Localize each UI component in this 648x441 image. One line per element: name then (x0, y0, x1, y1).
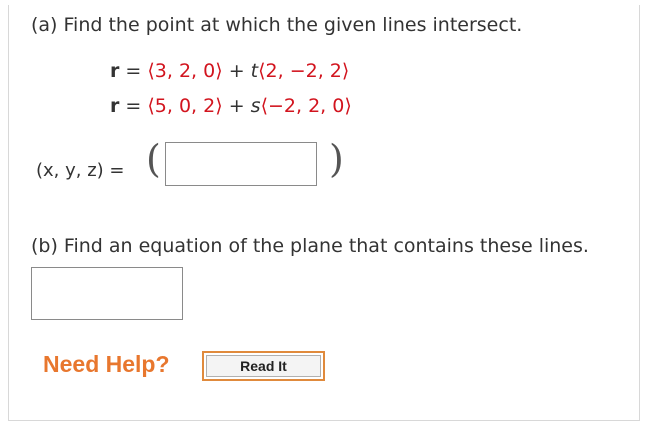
line-1-equals: = (125, 60, 142, 82)
read-it-label: Read It (206, 355, 321, 377)
line-2-point: ⟨5, 0, 2⟩ (147, 95, 223, 117)
line-1-equation: r = ⟨3, 2, 0⟩ + t⟨2, −2, 2⟩ (110, 60, 349, 82)
read-it-button[interactable]: Read It (202, 351, 325, 381)
line-1-param: t (250, 60, 259, 82)
line-1-direction: ⟨2, −2, 2⟩ (258, 60, 350, 82)
line-2-equals: = (125, 95, 142, 117)
line-2-direction: ⟨−2, 2, 0⟩ (260, 95, 352, 117)
open-paren: ( (146, 137, 161, 181)
line-1-point: ⟨3, 2, 0⟩ (147, 60, 223, 82)
part-a-question: (a) Find the point at which the given li… (31, 14, 523, 36)
line-2-vector-r: r (110, 95, 120, 117)
line-2-equation: r = ⟨5, 0, 2⟩ + s⟨−2, 2, 0⟩ (110, 95, 352, 117)
line-2-param: s (250, 95, 261, 117)
answer-a-label: (x, y, z) = (36, 160, 125, 181)
line-1-vector-r: r (110, 60, 120, 82)
intersection-point-input[interactable] (165, 142, 317, 186)
line-2-plus: + (228, 95, 245, 117)
need-help-label: Need Help? (43, 351, 170, 377)
part-b-question: (b) Find an equation of the plane that c… (31, 235, 589, 257)
close-paren: ) (329, 137, 344, 181)
line-1-plus: + (228, 60, 245, 82)
plane-equation-input[interactable] (31, 267, 183, 320)
